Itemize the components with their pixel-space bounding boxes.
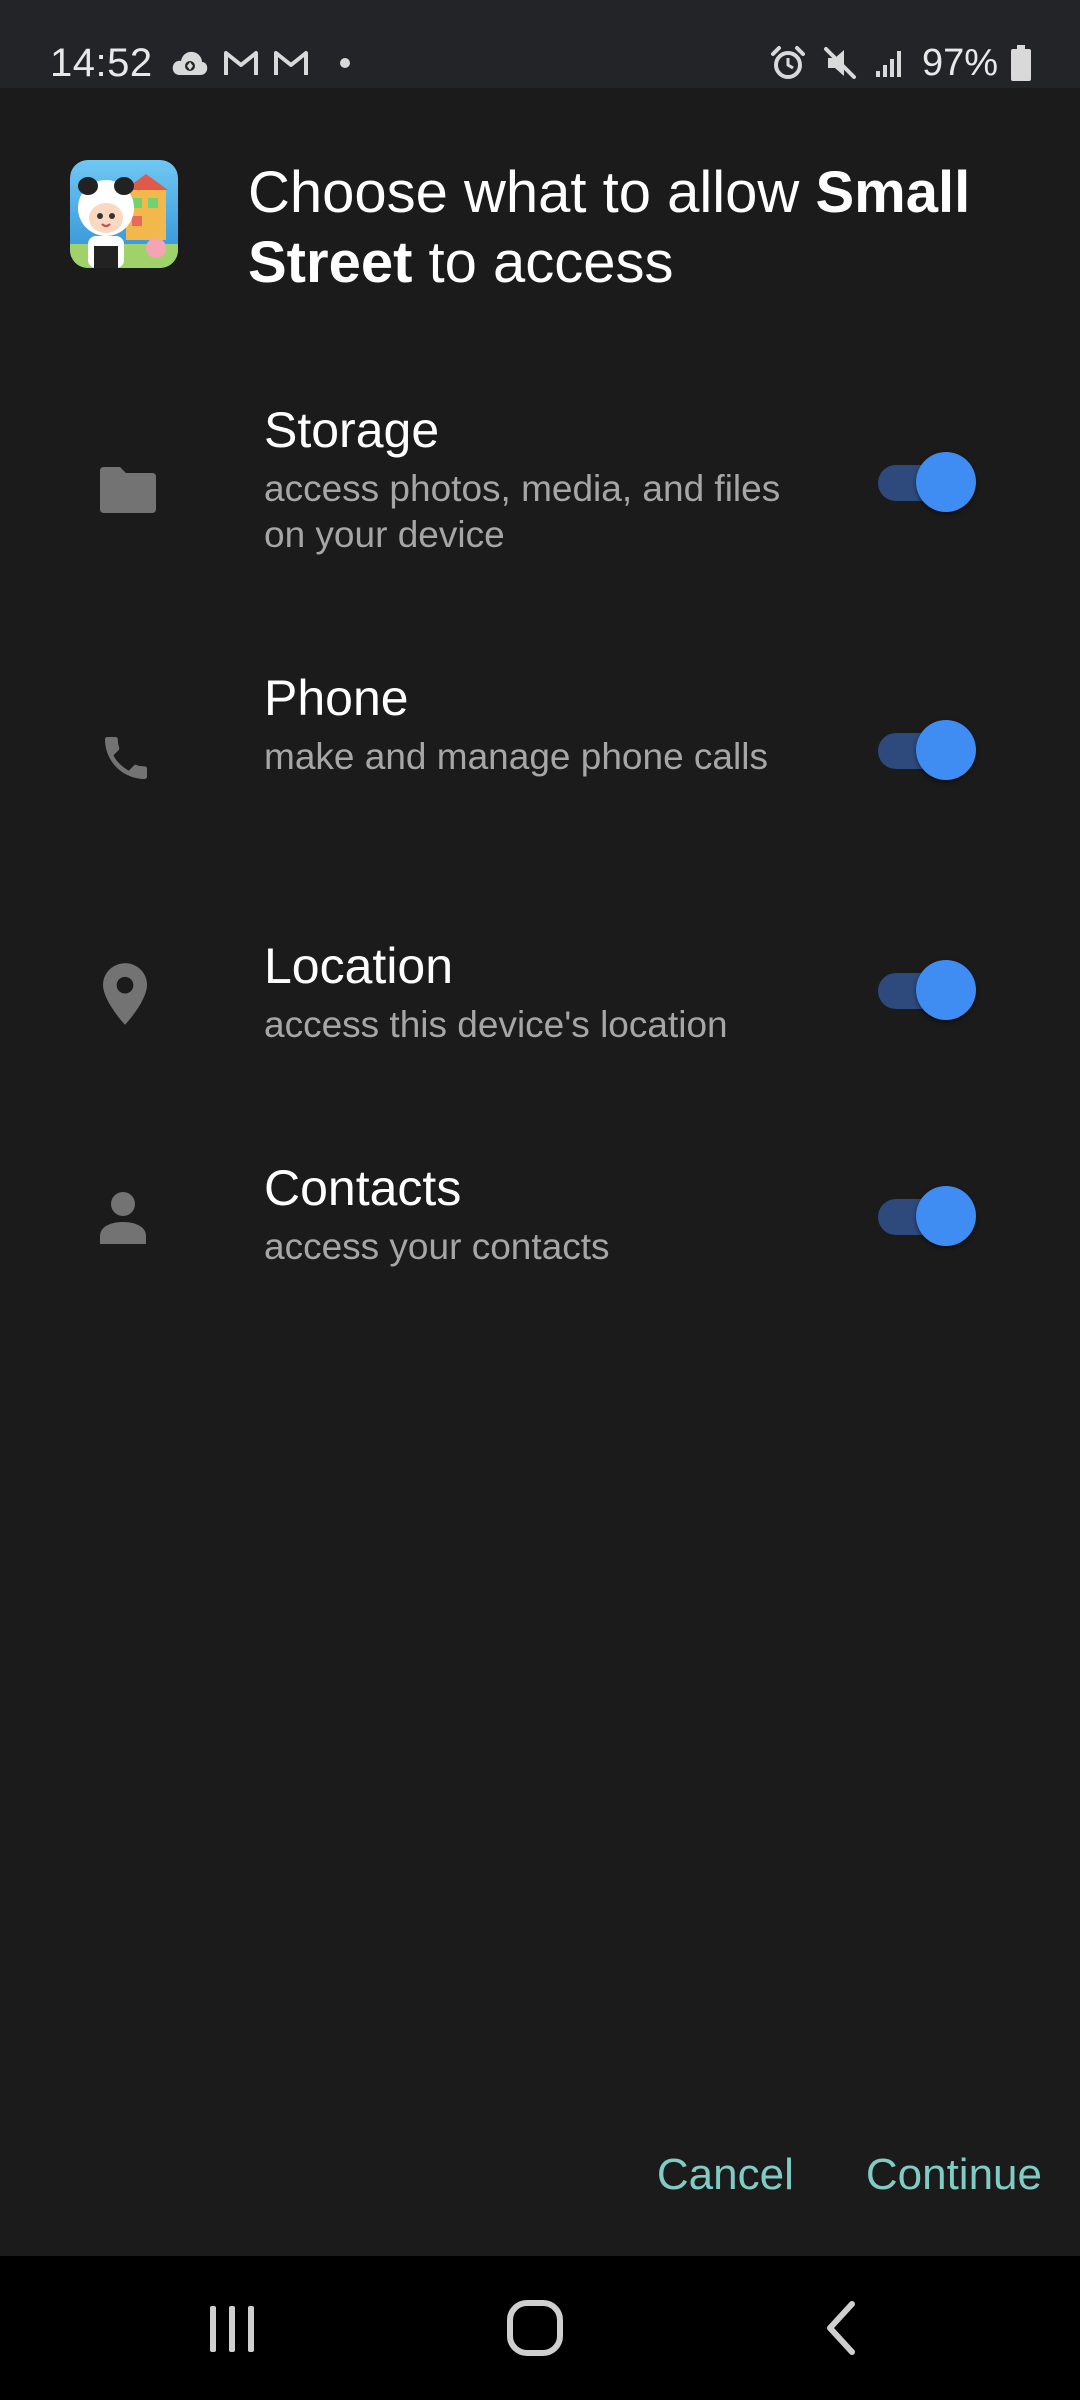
navigation-bar: [0, 2256, 1080, 2400]
small-street-app-icon: [70, 160, 178, 268]
title-prefix: Choose what to allow: [248, 160, 816, 225]
home-button[interactable]: [455, 2256, 615, 2400]
permission-description: make and manage phone calls: [264, 736, 768, 777]
contacts-toggle[interactable]: [876, 1186, 976, 1246]
back-icon: [827, 2301, 855, 2355]
title-suffix: to access: [412, 230, 674, 295]
phone-icon: [98, 724, 154, 792]
status-right: 97%: [764, 38, 1032, 88]
permission-title: Storage: [264, 402, 440, 458]
mute-icon: [822, 45, 858, 81]
location-pin-icon: [98, 960, 152, 1028]
notification-dot-icon: [339, 57, 351, 69]
permission-title: Phone: [264, 670, 409, 726]
status-bar: 14:52 97%: [0, 0, 1080, 88]
dialog-title: Choose what to allow Small Street to acc…: [248, 158, 1008, 298]
phone-toggle[interactable]: [876, 720, 976, 780]
back-button[interactable]: [760, 2256, 920, 2400]
gmail-icon: [273, 49, 309, 77]
battery-icon: [1010, 45, 1032, 81]
permission-description: access your contacts: [264, 1226, 610, 1267]
recent-apps-button[interactable]: [152, 2256, 312, 2400]
status-left: 14:52: [50, 38, 365, 88]
permission-title: Contacts: [264, 1160, 462, 1216]
permission-text: Location access this device's location: [264, 936, 784, 1048]
permission-description: access photos, media, and files on your …: [264, 468, 781, 555]
toggle-thumb: [916, 452, 976, 512]
status-time: 14:52: [50, 40, 153, 85]
toggle-thumb: [916, 720, 976, 780]
signal-icon: [874, 47, 906, 79]
continue-button[interactable]: Continue: [866, 2140, 1042, 2210]
home-icon: [507, 2300, 563, 2356]
cloud-sync-icon: [171, 49, 209, 77]
recent-apps-icon: [210, 2306, 254, 2352]
permission-title: Location: [264, 938, 454, 994]
person-icon: [98, 1184, 148, 1252]
gmail-icon: [223, 49, 259, 77]
cancel-button[interactable]: Cancel: [657, 2140, 794, 2210]
toggle-thumb: [916, 1186, 976, 1246]
folder-icon: [98, 456, 158, 524]
permission-text: Contacts access your contacts: [264, 1158, 784, 1270]
location-toggle[interactable]: [876, 960, 976, 1020]
dialog-header: Choose what to allow Small Street to acc…: [70, 158, 1030, 298]
permission-text: Phone make and manage phone calls: [264, 668, 784, 780]
permission-screen: 14:52 97% Choose what to allow Small Str…: [0, 0, 1080, 2400]
dialog-actions: Cancel Continue: [657, 2140, 1042, 2210]
toggle-thumb: [916, 960, 976, 1020]
storage-toggle[interactable]: [876, 452, 976, 512]
permission-description: access this device's location: [264, 1004, 728, 1045]
battery-percentage: 97%: [921, 41, 998, 84]
alarm-icon: [770, 45, 806, 81]
permission-text: Storage access photos, media, and files …: [264, 400, 784, 558]
